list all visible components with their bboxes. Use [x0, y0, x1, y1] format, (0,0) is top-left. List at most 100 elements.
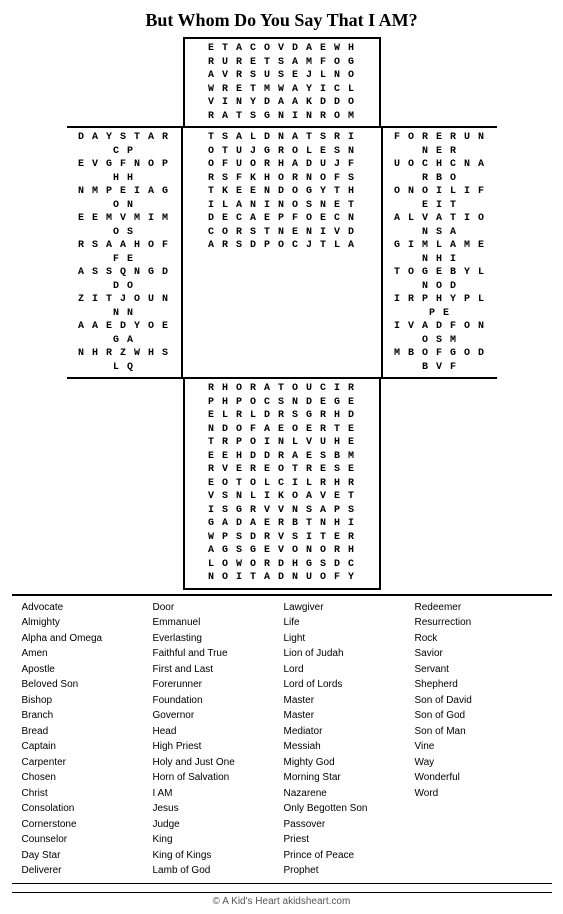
left-grid: D A Y S T A R C PE V G F N O P H HN M P …: [67, 128, 181, 377]
top-grid: E T A C O V D A E W HR U R E T S A M F O…: [185, 39, 379, 126]
grid-row: T R P O I N L V U H E: [190, 436, 374, 450]
grid-row: I S G R V V N S A P S: [190, 504, 374, 518]
word-item: Advocate: [22, 600, 149, 616]
grid-row: G A D A E R B T N H I: [190, 517, 374, 531]
word-item: Son of Man: [415, 724, 542, 740]
word-item: Foundation: [153, 693, 280, 709]
grid-row: A A E D Y O E G A: [72, 320, 176, 347]
grid-row: R S F K H O R N O F S: [188, 172, 376, 186]
grid-row: N D O F A E O E R T E: [190, 423, 374, 437]
word-item: Carpenter: [22, 755, 149, 771]
grid-row: N M P E I A G O N: [72, 185, 176, 212]
grid-row: T K E E N D O G Y T H: [188, 185, 376, 199]
page-title: But Whom Do You Say That I AM?: [145, 10, 417, 31]
grid-row: G I M L A M E N H I: [388, 239, 492, 266]
grid-row: A L V A T I O N S A: [388, 212, 492, 239]
grid-row: T S A L D N A T S R I: [188, 131, 376, 145]
word-item: I AM: [153, 786, 280, 802]
grid-row: V S N L I K O A V E T: [190, 490, 374, 504]
grid-row: Z I T J O U N N N: [72, 293, 176, 320]
word-item: Judge: [153, 817, 280, 833]
word-item: Alpha and Omega: [22, 631, 149, 647]
grid-row: E L R L D R S G R H D: [190, 409, 374, 423]
word-item: Lord of Lords: [284, 677, 411, 693]
word-item: Morning Star: [284, 770, 411, 786]
grid-row: D A Y S T A R C P: [72, 131, 176, 158]
word-item: Counselor: [22, 832, 149, 848]
word-item: Vine: [415, 739, 542, 755]
grid-row: O F U O R H A D U J F: [188, 158, 376, 172]
word-item: Beloved Son: [22, 677, 149, 693]
word-item: Everlasting: [153, 631, 280, 647]
grid-row: R H O R A T O U C I R: [190, 382, 374, 396]
word-item: King of Kings: [153, 848, 280, 864]
grid-row: E E H D D R A E S B M: [190, 450, 374, 464]
word-item: High Priest: [153, 739, 280, 755]
grid-row: R A T S G N I N R O M: [190, 110, 374, 124]
word-item: Head: [153, 724, 280, 740]
word-item: Lord: [284, 662, 411, 678]
grid-row: D E C A E P F O E C N: [188, 212, 376, 226]
word-item: Governor: [153, 708, 280, 724]
word-item: Nazarene: [284, 786, 411, 802]
word-item: Mighty God: [284, 755, 411, 771]
word-item: Amen: [22, 646, 149, 662]
word-item: Door: [153, 600, 280, 616]
word-item: Savior: [415, 646, 542, 662]
grid-row: A R S D P O C J T L A: [188, 239, 376, 253]
grid-row: E T A C O V D A E W H: [190, 42, 374, 56]
cross-right: F O R E R U N N E RU O C H C N A R B OO …: [381, 128, 497, 377]
word-item: Prophet: [284, 863, 411, 879]
word-col-3: RedeemerResurrectionRockSaviorServantShe…: [415, 600, 542, 879]
word-item: First and Last: [153, 662, 280, 678]
word-item: Emmanuel: [153, 615, 280, 631]
word-item: Captain: [22, 739, 149, 755]
word-item: Passover: [284, 817, 411, 833]
word-item: Rock: [415, 631, 542, 647]
word-item: Master: [284, 708, 411, 724]
grid-row: R S A A H O F F E: [72, 239, 176, 266]
cross-center: T S A L D N A T S R IO T U J G R O L E S…: [183, 128, 381, 377]
grid-row: P H P O C S N D E G E: [190, 396, 374, 410]
word-item: Faithful and True: [153, 646, 280, 662]
word-item: Apostle: [22, 662, 149, 678]
word-item: Forerunner: [153, 677, 280, 693]
grid-row: R V E R E O T R E S E: [190, 463, 374, 477]
grid-row: I V A D F O N O S M: [388, 320, 492, 347]
word-item: Redeemer: [415, 600, 542, 616]
word-item: Holy and Just One: [153, 755, 280, 771]
grid-row: V I N Y D A A K D D O: [190, 96, 374, 110]
grid-row: I L A N I N O S N E T: [188, 199, 376, 213]
word-item: Life: [284, 615, 411, 631]
word-list: AdvocateAlmightyAlpha and OmegaAmenApost…: [12, 594, 552, 884]
word-item: Prince of Peace: [284, 848, 411, 864]
word-item: Only Begotten Son: [284, 801, 411, 817]
word-item: Almighty: [22, 615, 149, 631]
word-item: Servant: [415, 662, 542, 678]
grid-row: E O T O L C I L R H R: [190, 477, 374, 491]
grid-row: E E M V M I M O S: [72, 212, 176, 239]
word-col-1: DoorEmmanuelEverlastingFaithful and True…: [153, 600, 280, 879]
word-col-0: AdvocateAlmightyAlpha and OmegaAmenApost…: [22, 600, 149, 879]
word-item: Lamb of God: [153, 863, 280, 879]
grid-row: I R P H Y P L P E: [388, 293, 492, 320]
word-list-grid: AdvocateAlmightyAlpha and OmegaAmenApost…: [22, 600, 542, 879]
word-item: Branch: [22, 708, 149, 724]
word-item: Day Star: [22, 848, 149, 864]
word-item: Bishop: [22, 693, 149, 709]
grid-row: O T U J G R O L E S N: [188, 145, 376, 159]
grid-row: N O I T A D N U O F Y: [190, 571, 374, 585]
grid-row: F O R E R U N N E R: [388, 131, 492, 158]
word-item: Messiah: [284, 739, 411, 755]
cross-bottom: R H O R A T O U C I RP H P O C S N D E G…: [183, 379, 381, 590]
grid-row: T O G E B Y L N O D: [388, 266, 492, 293]
bottom-grid: R H O R A T O U C I RP H P O C S N D E G…: [185, 379, 379, 588]
word-item: Lion of Judah: [284, 646, 411, 662]
word-item: Cornerstone: [22, 817, 149, 833]
grid-row: W R E T M W A Y I C L: [190, 83, 374, 97]
grid-row: O N O I L I F E I T: [388, 185, 492, 212]
word-item: Lawgiver: [284, 600, 411, 616]
word-col-2: LawgiverLifeLightLion of JudahLordLord o…: [284, 600, 411, 879]
right-grid: F O R E R U N N E RU O C H C N A R B OO …: [383, 128, 497, 377]
word-item: Shepherd: [415, 677, 542, 693]
